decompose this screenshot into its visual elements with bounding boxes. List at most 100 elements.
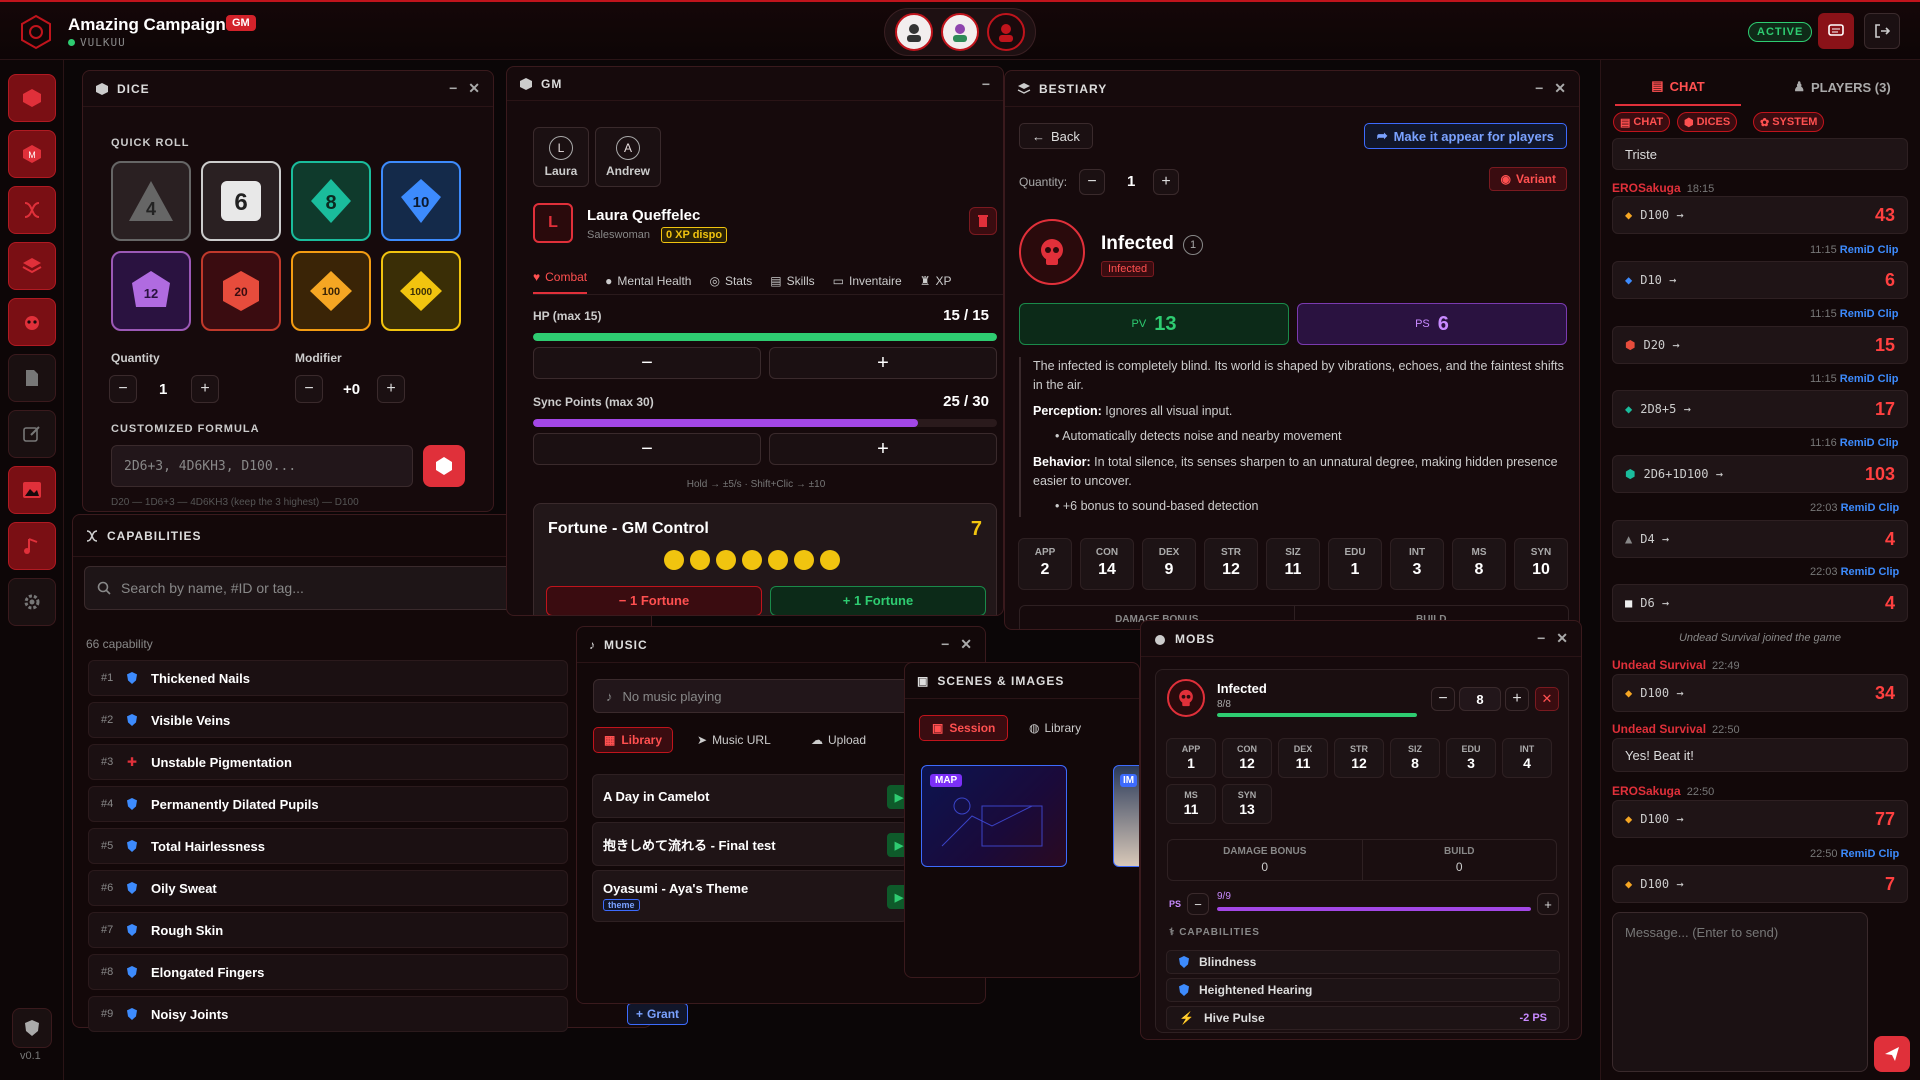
variant-button[interactable]: ◉ Variant (1489, 167, 1567, 191)
track-item[interactable]: 抱きしめて流れる - Final test ▶ (592, 822, 911, 866)
mob-capability[interactable]: Blindness (1166, 950, 1560, 974)
capability-row[interactable]: #4Permanently Dilated Pupils+ Grant (88, 786, 689, 822)
sidebar-bestiary-button[interactable] (8, 242, 56, 290)
scenes-panel-header[interactable]: ▣ SCENES & IMAGES (905, 663, 1139, 699)
grant-button[interactable]: + Grant (627, 1003, 689, 1025)
sidebar-capabilities-button[interactable] (8, 186, 56, 234)
tab-xp[interactable]: ♜ XP (920, 267, 952, 294)
sidebar-user-button[interactable] (12, 1008, 52, 1048)
music-tab-upload[interactable]: ☁ Upload (811, 733, 866, 747)
d12-button[interactable]: 12 (111, 251, 191, 331)
scenes-tab-library[interactable]: ◍ Library (1029, 721, 1081, 735)
minimize-icon[interactable]: − (982, 76, 991, 92)
tab-stats[interactable]: ◎ Stats (709, 267, 752, 294)
player-tab-laura[interactable]: L Laura (533, 127, 589, 187)
capability-row[interactable]: #8Elongated Fingers+ Grant (88, 954, 689, 990)
capability-row[interactable]: #7Rough Skin+ Grant (88, 912, 689, 948)
minimize-icon[interactable]: − (1535, 80, 1544, 97)
mob-ps-increment-button[interactable]: + (1537, 893, 1559, 915)
back-button[interactable]: ← Back (1019, 123, 1093, 149)
d10-button[interactable]: 10 (381, 161, 461, 241)
sidebar-settings-button[interactable] (8, 578, 56, 626)
formula-input[interactable]: 2D6+3, 4D6KH3, D100... (111, 445, 413, 487)
sync-decrement-button[interactable]: − (533, 433, 761, 465)
tab-mental-health[interactable]: ● Mental Health (605, 267, 691, 294)
hp-increment-button[interactable]: + (769, 347, 997, 379)
chat-toggle-button[interactable] (1818, 13, 1854, 49)
mob-count-input[interactable]: 8 (1459, 687, 1501, 711)
mob-count-decrement-button[interactable]: − (1431, 687, 1455, 711)
dice-panel-header[interactable]: DICE − ✕ (83, 71, 493, 107)
d6-button[interactable]: 6 (201, 161, 281, 241)
quantity-decrement-button[interactable]: − (1079, 169, 1105, 195)
sidebar-edit-button[interactable] (8, 410, 56, 458)
close-icon[interactable]: ✕ (1556, 630, 1569, 647)
quantity-decrement-button[interactable]: − (109, 375, 137, 403)
sidebar-dice-button[interactable] (8, 74, 56, 122)
hp-decrement-button[interactable]: − (533, 347, 761, 379)
bestiary-panel-header[interactable]: BESTIARY − ✕ (1005, 71, 1579, 107)
player-tab-andrew[interactable]: A Andrew (595, 127, 661, 187)
send-button[interactable] (1874, 1036, 1910, 1072)
mob-capability[interactable]: ⚡ Hive Pulse -2 PS (1166, 1006, 1560, 1030)
player-avatar[interactable] (941, 13, 979, 51)
close-icon[interactable]: ✕ (960, 636, 973, 653)
fortune-increment-button[interactable]: + 1 Fortune (770, 586, 986, 615)
capability-row[interactable]: #2Visible Veins+ Grant (88, 702, 689, 738)
capabilities-search-input[interactable]: Search by name, #ID or tag... (84, 566, 524, 610)
close-icon[interactable]: ✕ (468, 80, 481, 97)
chat-message-input[interactable]: Message... (Enter to send) (1612, 912, 1868, 1072)
mob-ps-decrement-button[interactable]: − (1187, 893, 1209, 915)
filter-chat[interactable]: ▤ CHAT (1613, 112, 1671, 132)
mobs-panel-header[interactable]: MOBS − ✕ (1141, 621, 1581, 657)
minimize-icon[interactable]: − (941, 636, 950, 653)
make-appear-button[interactable]: ➦ Make it appear for players (1363, 123, 1567, 149)
d4-button[interactable]: 4 (111, 161, 191, 241)
sidebar-mobs-button[interactable] (8, 298, 56, 346)
remove-mob-button[interactable]: ✕ (1535, 687, 1559, 711)
track-item[interactable]: Oyasumi - Aya's Theme theme ▶ (592, 870, 911, 922)
scene-thumbnail-image[interactable]: IM (1113, 765, 1139, 867)
mob-count-increment-button[interactable]: + (1505, 687, 1529, 711)
d1000-button[interactable]: 1000 (381, 251, 461, 331)
modifier-decrement-button[interactable]: − (295, 375, 323, 403)
tab-skills[interactable]: ▤ Skills (770, 267, 814, 294)
sidebar-notes-button[interactable] (8, 354, 56, 402)
gm-panel-header[interactable]: GM − (507, 67, 1003, 101)
minimize-icon[interactable]: − (449, 80, 458, 97)
filter-dices[interactable]: ⬢ DICES (1677, 112, 1738, 132)
sidebar-music-button[interactable] (8, 522, 56, 570)
tab-chat[interactable]: ▤ CHAT (1615, 68, 1741, 106)
mob-capability[interactable]: Heightened Hearing (1166, 978, 1560, 1002)
close-icon[interactable]: ✕ (1554, 80, 1567, 97)
capability-row[interactable]: #5Total Hairlessness+ Grant (88, 828, 689, 864)
filter-system[interactable]: ✿ SYSTEM (1753, 112, 1825, 132)
scene-thumbnail-map[interactable]: MAP (921, 765, 1067, 867)
modifier-increment-button[interactable]: + (377, 375, 405, 403)
tab-inventory[interactable]: ▭ Inventaire (833, 267, 902, 294)
music-tab-library[interactable]: ▦ Library (593, 727, 674, 753)
capability-row[interactable]: #1Thickened Nails+ Grant (88, 660, 689, 696)
capability-row[interactable]: #6Oily Sweat+ Grant (88, 870, 689, 906)
minimize-icon[interactable]: − (1537, 630, 1546, 647)
d100-button[interactable]: 100 (291, 251, 371, 331)
player-avatar[interactable] (895, 13, 933, 51)
sidebar-gm-button[interactable]: M (8, 130, 56, 178)
roll-formula-button[interactable] (423, 445, 465, 487)
sidebar-images-button[interactable] (8, 466, 56, 514)
capability-row[interactable]: #3✚Unstable Pigmentation+ Grant (88, 744, 689, 780)
d20-button[interactable]: 20 (201, 251, 281, 331)
player-avatar[interactable] (987, 13, 1025, 51)
d8-button[interactable]: 8 (291, 161, 371, 241)
tab-combat[interactable]: ♥ Combat (533, 267, 588, 294)
scenes-tab-session[interactable]: ▣ Session (919, 715, 1009, 741)
track-item[interactable]: A Day in Camelot ▶ (592, 774, 911, 818)
sync-increment-button[interactable]: + (769, 433, 997, 465)
capability-row[interactable]: #9 Noisy Joints + Grant (88, 996, 689, 1032)
quantity-increment-button[interactable]: + (191, 375, 219, 403)
tab-players[interactable]: ♟ PLAYERS (3) (1777, 68, 1907, 106)
fortune-decrement-button[interactable]: − 1 Fortune (546, 586, 762, 615)
music-tab-url[interactable]: ➤ Music URL (697, 733, 771, 747)
delete-character-button[interactable] (969, 207, 997, 235)
quantity-increment-button[interactable]: + (1153, 169, 1179, 195)
